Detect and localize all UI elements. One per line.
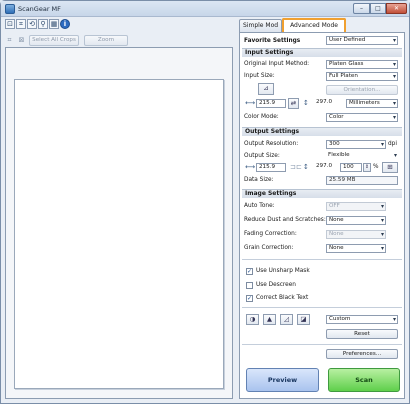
tab-simple-mode[interactable]: Simple Mod [239,19,283,32]
histogram-icon[interactable]: ▲ [263,314,276,325]
rotate-icon[interactable]: ⟲ [27,19,37,29]
zoom-button[interactable]: Zoom [84,34,128,46]
descreen-checkbox[interactable] [246,282,253,289]
preview-page [14,79,224,389]
unsharp-mask-checkbox[interactable]: ✓ [246,268,253,275]
minimize-button[interactable]: – [353,3,370,14]
output-height-icon: ↕ [303,163,309,171]
mode-tabs: Simple Mod Advanced Mode [239,18,346,33]
output-size-select[interactable]: Flexible [326,152,398,161]
output-width-icon: ⟷ [245,163,256,171]
swap-dimensions-icon[interactable]: ⇄ [288,98,299,109]
unsharp-mask-label: Use Unsharp Mask [256,268,310,274]
input-width-field[interactable]: 215.9 [256,99,286,108]
output-height-field[interactable]: 297.0 [314,163,340,172]
input-size-select[interactable]: Full Platen [326,72,398,81]
close-button[interactable]: ✕ [386,3,407,14]
scan-button[interactable]: Scan [328,368,400,392]
window-title: ScanGear MF [18,5,61,13]
tone-curve-icon[interactable]: ◿ [280,314,293,325]
tab-advanced-mode[interactable]: Advanced Mode [282,18,346,33]
orientation-button[interactable]: Orientation... [326,85,398,95]
output-settings-header: Output Settings [242,127,402,136]
app-icon [5,4,15,14]
descreen-label: Use Descreen [256,282,296,288]
scale-spinner[interactable]: ⇕ [363,163,371,172]
reset-button[interactable]: Reset [326,329,398,339]
scale-field[interactable]: 100 [340,163,362,172]
grain-correction-select[interactable]: None [326,244,386,253]
width-icon: ⟷ [245,99,256,107]
original-input-method-select[interactable]: Platen Glass [326,60,398,69]
advanced-settings-panel: Favorite Settings User Defined Input Set… [239,32,405,399]
input-settings-header: Input Settings [242,48,402,57]
input-height-field[interactable]: 297.0 [314,99,344,108]
scangear-window: ScanGear MF – □ ✕ ⊡ ⌗ ⟲ ⚲ ▦ i ⌗ ⊠ Select… [0,0,410,404]
crop-icon[interactable]: ⌗ [16,19,26,29]
preferences-button[interactable]: Preferences... [326,349,398,359]
preview-area[interactable] [5,47,233,399]
maximize-button[interactable]: □ [370,3,386,14]
fading-correction-select[interactable]: None [326,230,386,239]
brightness-contrast-icon[interactable]: ◑ [246,314,259,325]
unit-select[interactable]: Millimeters [346,99,398,108]
crop-toolbar: ⌗ ⊠ Select All Crops Zoom [5,34,128,46]
output-resolution-select[interactable]: 300 [326,140,386,149]
correct-black-text-label: Correct Black Text [256,295,309,301]
aspect-ratio-icon[interactable]: ⊿ [258,83,274,95]
crop-frame-icon[interactable]: ⌗ [5,36,14,45]
reduce-dust-select[interactable]: None [326,216,386,225]
height-icon: ↕ [303,99,309,107]
preview-button[interactable]: Preview [246,368,319,392]
output-width-field[interactable]: 215.9 [256,163,286,172]
select-all-crops-button[interactable]: Select All Crops [29,34,79,46]
auto-crop-icon[interactable]: ⊡ [5,19,15,29]
zoom-icon[interactable]: ⚲ [38,19,48,29]
image-settings-divider [242,259,402,260]
link-icon: ⊐⊏ [290,163,302,171]
color-mode-select[interactable]: Color [326,113,398,122]
threshold-icon[interactable]: ◪ [297,314,310,325]
correct-black-text-checkbox[interactable]: ✓ [246,295,253,302]
preview-toolbar: ⊡ ⌗ ⟲ ⚲ ▦ i [5,19,70,30]
info-icon[interactable]: i [60,19,70,29]
tone-preset-select[interactable]: Custom [326,315,398,324]
favorite-settings-select[interactable]: User Defined [326,36,398,45]
data-size-value: 25.59 MB [326,176,398,185]
auto-tone-select[interactable]: OFF [326,202,386,211]
image-settings-header: Image Settings [242,189,402,198]
title-bar: ScanGear MF – □ ✕ [1,1,409,17]
dpi-label: dpi [388,141,397,147]
preferences-divider [242,344,402,345]
thumbnail-icon[interactable]: ▦ [49,19,59,29]
output-size-options-icon[interactable]: ⊞ [382,162,398,173]
tone-divider [242,307,402,308]
remove-crop-icon[interactable]: ⊠ [17,36,26,45]
